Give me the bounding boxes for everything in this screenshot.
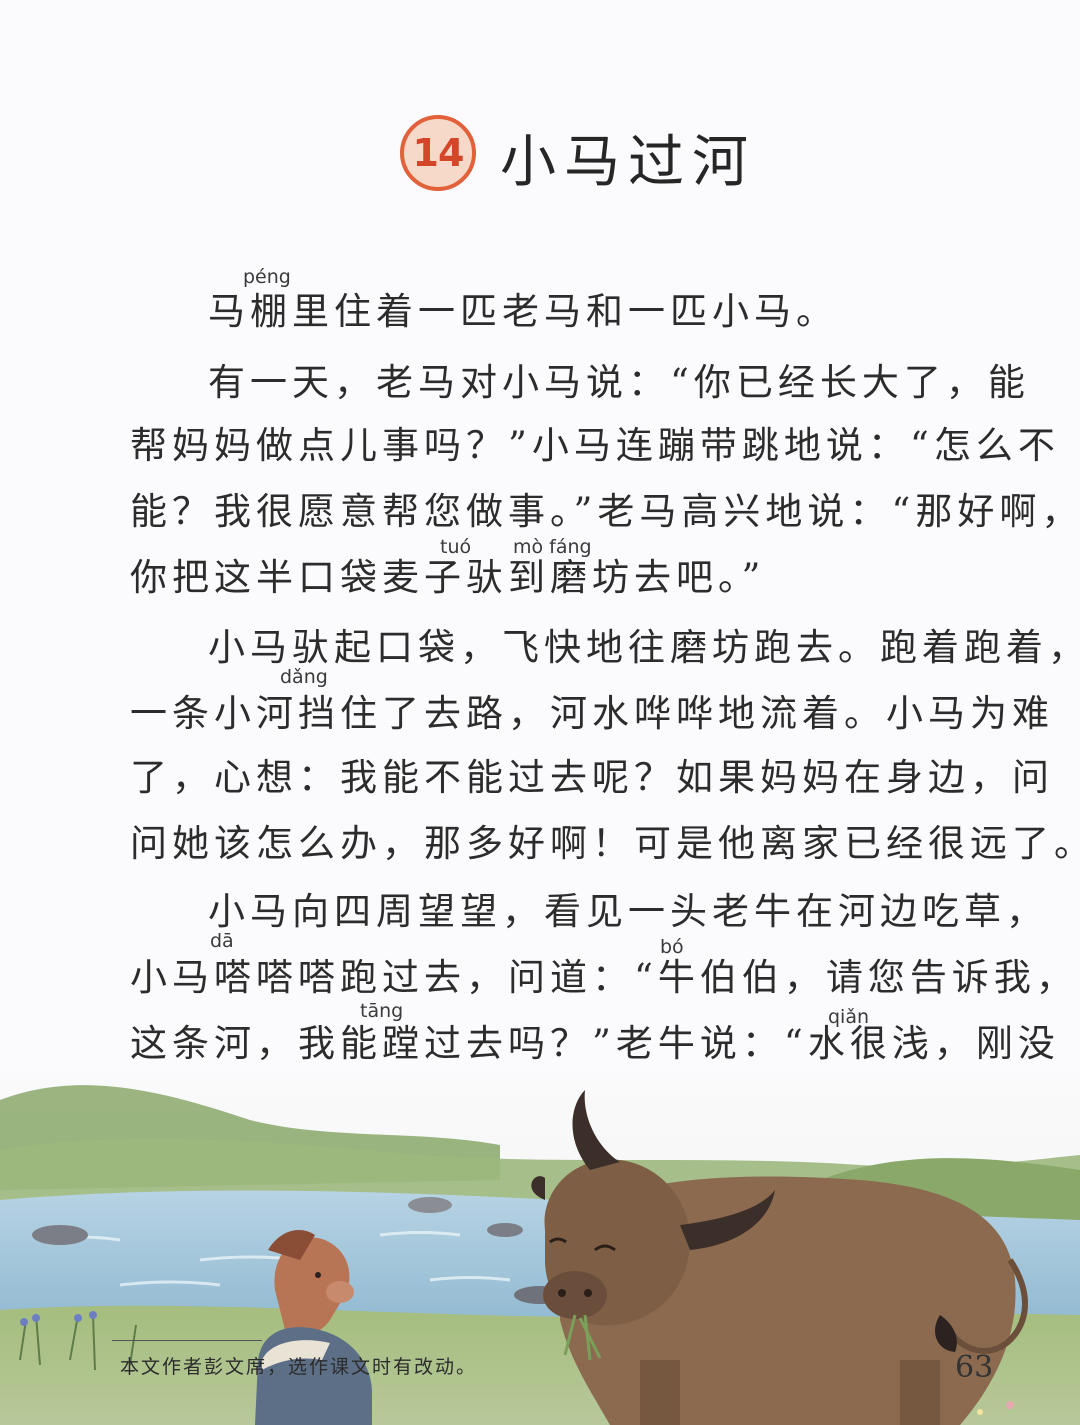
pinyin-peng: péng: [243, 266, 291, 288]
pinyin-mofang: mò fáng: [513, 536, 592, 558]
pinyin-tuo: tuó: [440, 536, 472, 558]
paragraph-2-line-3: 能？我很愿意帮您做事。”老马高兴地说：“那好啊，: [130, 490, 1080, 533]
paragraph-4-line-1: 小马向四周望望，看见一头老牛在河边吃草，: [208, 890, 1048, 933]
paragraph-3-line-1: 小马驮起口袋，飞快地往磨坊跑去。跑着跑着，: [208, 626, 1080, 669]
paragraph-1-line-1: 马棚里住着一匹老马和一匹小马。: [208, 290, 838, 333]
page-number: 63: [955, 1350, 994, 1385]
paragraph-3-line-2: 一条小河挡住了去路，河水哗哗地流着。小马为难: [130, 692, 1054, 735]
footnote: 本文作者彭文席，选作课文时有改动。: [120, 1356, 478, 1378]
paragraph-3-line-3: 了，心想：我能不能过去呢？如果妈妈在身边，问: [130, 756, 1054, 799]
paragraph-2-line-1: 有一天，老马对小马说：“你已经长大了，能: [208, 361, 1030, 404]
pinyin-da: dā: [210, 930, 234, 952]
paragraph-4-line-3: 这条河，我能蹚过去吗？”老牛说：“水很浅，刚没: [130, 1022, 1060, 1065]
paragraph-3-line-4: 问她该怎么办，那多好啊！可是他离家已经很远了。: [130, 822, 1080, 865]
lesson-text: péng 马棚里住着一匹老马和一匹小马。 有一天，老马对小马说：“你已经长大了，…: [0, 0, 1080, 1080]
paragraph-2-line-4: 你把这半口袋麦子驮到磨坊去吧。”: [130, 556, 766, 599]
pinyin-bo: bó: [660, 936, 684, 958]
pinyin-dang: dǎng: [280, 666, 328, 688]
pinyin-tang: tāng: [360, 1000, 404, 1022]
textbook-page: 14 小马过河 péng 马棚里住着一匹老马和一匹小马。 有一天，老马对小马说：…: [0, 0, 1080, 1425]
footnote-divider: [112, 1340, 262, 1341]
paragraph-2-line-2: 帮妈妈做点儿事吗？”小马连蹦带跳地说：“怎么不: [130, 424, 1060, 467]
paragraph-4-line-2: 小马嗒嗒嗒跑过去，问道：“牛伯伯，请您告诉我，: [130, 956, 1078, 999]
